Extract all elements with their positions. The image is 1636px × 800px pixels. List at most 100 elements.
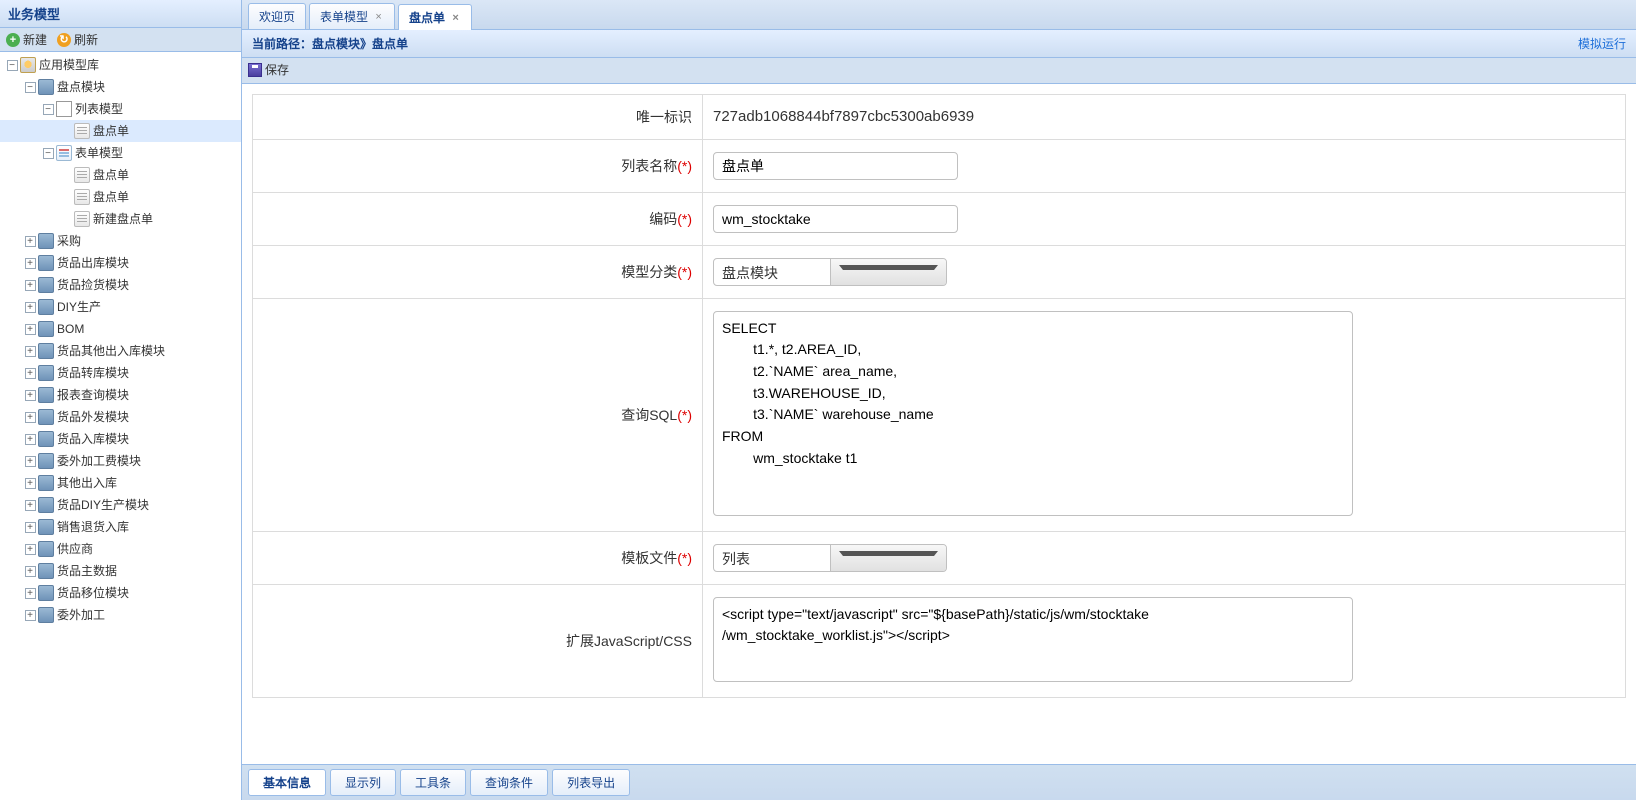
tab-盘点单[interactable]: 盘点单× bbox=[398, 4, 472, 30]
expand-icon[interactable]: + bbox=[25, 280, 36, 291]
new-label: 新建 bbox=[23, 31, 47, 48]
tree-leaf-form[interactable]: 盘点单 bbox=[0, 186, 241, 208]
folder-icon bbox=[38, 541, 54, 557]
tree-node[interactable]: +DIY生产 bbox=[0, 296, 241, 318]
collapse-icon[interactable]: − bbox=[43, 104, 54, 115]
expand-icon[interactable]: + bbox=[25, 236, 36, 247]
form-icon bbox=[56, 145, 72, 161]
home-icon bbox=[20, 57, 36, 73]
tree-leaf-list[interactable]: 盘点单 bbox=[0, 120, 241, 142]
tree-label: 盘点单 bbox=[93, 121, 129, 141]
expand-icon[interactable]: + bbox=[25, 522, 36, 533]
tree-label: 盘点单 bbox=[93, 187, 129, 207]
tree-node[interactable]: +委外加工费模块 bbox=[0, 450, 241, 472]
textarea-sql[interactable] bbox=[713, 311, 1353, 516]
tree-node[interactable]: + 货品DIY生产模块 bbox=[0, 494, 241, 516]
bottom-tab-1[interactable]: 显示列 bbox=[330, 769, 396, 796]
expand-icon[interactable]: + bbox=[25, 302, 36, 313]
collapse-icon[interactable]: − bbox=[7, 60, 18, 71]
bottom-tabs: 基本信息显示列工具条查询条件列表导出 bbox=[242, 764, 1636, 800]
tree-node[interactable]: + 货品转库模块 bbox=[0, 362, 241, 384]
folder-icon bbox=[38, 321, 54, 337]
tree-leaf-form[interactable]: 新建盘点单 bbox=[0, 208, 241, 230]
tree-leaf-form[interactable]: 盘点单 bbox=[0, 164, 241, 186]
expand-icon[interactable]: + bbox=[25, 324, 36, 335]
tree-node[interactable]: +货品入库模块 bbox=[0, 428, 241, 450]
doc-icon bbox=[74, 123, 90, 139]
tab-strip: 欢迎页表单模型×盘点单× bbox=[242, 0, 1636, 30]
tab-欢迎页[interactable]: 欢迎页 bbox=[248, 3, 306, 29]
doc-icon bbox=[74, 189, 90, 205]
tree-node[interactable]: +销售退货入库 bbox=[0, 516, 241, 538]
expand-icon[interactable]: + bbox=[25, 346, 36, 357]
expand-icon[interactable]: + bbox=[25, 588, 36, 599]
tab-表单模型[interactable]: 表单模型 × bbox=[309, 3, 395, 29]
expand-icon[interactable]: + bbox=[25, 368, 36, 379]
tree-node[interactable]: +BOM bbox=[0, 318, 241, 340]
select-category[interactable]: 盘点模块 bbox=[713, 258, 947, 286]
new-button[interactable]: +新建 bbox=[6, 31, 47, 48]
expand-icon[interactable]: + bbox=[25, 544, 36, 555]
tree-node[interactable]: +货品捡货模块 bbox=[0, 274, 241, 296]
tree-node[interactable]: + 委外加工 bbox=[0, 604, 241, 626]
bottom-tab-0[interactable]: 基本信息 bbox=[248, 769, 326, 796]
textarea-jscss[interactable] bbox=[713, 597, 1353, 682]
tree-label: 货品外发模块 bbox=[57, 407, 129, 427]
save-button[interactable]: 保存 bbox=[248, 61, 289, 78]
bottom-tab-3[interactable]: 查询条件 bbox=[470, 769, 548, 796]
simulate-run-link[interactable]: 模拟运行 bbox=[1578, 35, 1626, 52]
expand-icon[interactable]: + bbox=[25, 390, 36, 401]
tree-label: 货品移位模块 bbox=[57, 583, 129, 603]
collapse-icon[interactable]: − bbox=[43, 148, 54, 159]
close-icon[interactable]: × bbox=[373, 11, 384, 22]
doc-icon bbox=[74, 167, 90, 183]
refresh-button[interactable]: ↻刷新 bbox=[57, 31, 98, 48]
expand-icon[interactable]: + bbox=[25, 500, 36, 511]
tree-label: 列表模型 bbox=[75, 99, 123, 119]
label-jscss: 扩展JavaScript/CSS bbox=[253, 584, 703, 697]
refresh-label: 刷新 bbox=[74, 31, 98, 48]
tree-label: 货品转库模块 bbox=[57, 363, 129, 383]
tree-node[interactable]: + 货品外发模块 bbox=[0, 406, 241, 428]
label-template: 模板文件(*) bbox=[253, 531, 703, 584]
expand-icon[interactable]: + bbox=[25, 412, 36, 423]
tree-node-inventory[interactable]: −盘点模块 bbox=[0, 76, 241, 98]
close-icon[interactable]: × bbox=[450, 12, 461, 23]
expand-icon[interactable]: + bbox=[25, 456, 36, 467]
tree-node-list-model[interactable]: − 列表模型 bbox=[0, 98, 241, 120]
folder-icon bbox=[38, 255, 54, 271]
path-bar: 当前路径：盘点模块》盘点单 模拟运行 bbox=[242, 30, 1636, 58]
tree-node[interactable]: + 货品其他出入库模块 bbox=[0, 340, 241, 362]
bottom-tab-2[interactable]: 工具条 bbox=[400, 769, 466, 796]
tree-node[interactable]: +货品主数据 bbox=[0, 560, 241, 582]
folder-icon bbox=[38, 585, 54, 601]
tree-root[interactable]: −应用模型库 bbox=[0, 54, 241, 76]
tree-node[interactable]: +货品出库模块 bbox=[0, 252, 241, 274]
tree-label: 货品DIY生产模块 bbox=[57, 495, 149, 515]
label-sql: 查询SQL(*) bbox=[253, 298, 703, 531]
tree-node[interactable]: +采购 bbox=[0, 230, 241, 252]
tree-node[interactable]: + 货品移位模块 bbox=[0, 582, 241, 604]
tree-label: 货品其他出入库模块 bbox=[57, 341, 165, 361]
expand-icon[interactable]: + bbox=[25, 258, 36, 269]
tree-label: 委外加工 bbox=[57, 605, 105, 625]
input-name[interactable] bbox=[713, 152, 958, 180]
bottom-tab-4[interactable]: 列表导出 bbox=[552, 769, 630, 796]
expand-icon[interactable]: + bbox=[25, 566, 36, 577]
expand-icon[interactable]: + bbox=[25, 478, 36, 489]
input-code[interactable] bbox=[713, 205, 958, 233]
refresh-icon: ↻ bbox=[57, 33, 71, 47]
tree-node[interactable]: +其他出入库 bbox=[0, 472, 241, 494]
tab-label: 表单模型 bbox=[320, 8, 368, 25]
expand-icon[interactable]: + bbox=[25, 610, 36, 621]
bundle-icon bbox=[56, 101, 72, 117]
expand-icon[interactable]: + bbox=[25, 434, 36, 445]
save-icon bbox=[248, 63, 262, 77]
tree-node-form-model[interactable]: − 表单模型 bbox=[0, 142, 241, 164]
tree-label: 表单模型 bbox=[75, 143, 123, 163]
tree-node[interactable]: +供应商 bbox=[0, 538, 241, 560]
tree-node[interactable]: +报表查询模块 bbox=[0, 384, 241, 406]
select-template[interactable]: 列表 bbox=[713, 544, 947, 572]
tree-label: 新建盘点单 bbox=[93, 209, 153, 229]
collapse-icon[interactable]: − bbox=[25, 82, 36, 93]
